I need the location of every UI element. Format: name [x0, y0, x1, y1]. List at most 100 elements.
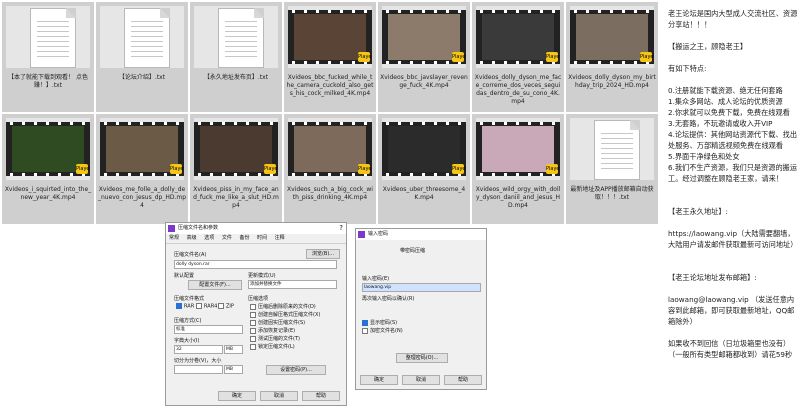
help-button[interactable]: 帮助 — [302, 391, 340, 401]
file-item[interactable]: 最新地址及APP播放邮箱自动获取！！！.txt — [566, 114, 658, 224]
option-sfx[interactable]: 创建自解压格式压缩文件(X) — [250, 311, 320, 318]
film-hole — [328, 10, 331, 13]
film-hole — [646, 10, 649, 13]
file-item[interactable]: Player Xvideos_bbc_fucked_while_the_camer… — [284, 2, 376, 112]
tab-general[interactable]: 常规 — [169, 235, 179, 241]
password-cancel-button[interactable]: 取消 — [402, 375, 440, 385]
browse-button[interactable]: 浏览(B)... — [306, 249, 340, 259]
format-rar[interactable]: RAR — [176, 303, 194, 310]
text-line — [131, 26, 163, 27]
dict-unit-select[interactable]: MB — [224, 345, 243, 354]
video-frame — [294, 126, 366, 172]
ok-button[interactable]: 确定 — [218, 391, 256, 401]
film-hole — [398, 10, 401, 13]
film-hole — [386, 173, 389, 176]
film-hole — [304, 10, 307, 13]
film-hole — [210, 173, 213, 176]
update-mode-select[interactable]: 添加并替换文件 — [248, 280, 337, 289]
split-input[interactable] — [174, 365, 223, 374]
film-hole — [574, 10, 577, 13]
file-item[interactable]: Player Xvideos_wild_orgy_with_dolly_dyson… — [472, 114, 564, 224]
text-file-icon — [6, 6, 90, 68]
file-item[interactable]: Player Xvideos_piss_in_my_face_and_fuck_m… — [190, 114, 282, 224]
film-hole — [46, 173, 49, 176]
option-delete[interactable]: 压缩后删除原来的文件(D) — [250, 303, 316, 310]
film-strip-icon: Player — [194, 122, 278, 176]
checkbox-icon — [250, 335, 256, 342]
file-name: Xvideos_i_squirted_into_the_new_year_4K.… — [4, 186, 92, 201]
text-line — [37, 36, 69, 37]
film-hole — [292, 173, 295, 176]
film-hole — [586, 61, 589, 64]
file-item[interactable]: 【永久地址发布页】.txt — [190, 2, 282, 112]
file-item[interactable]: Player Xvideos_uber_threesome_4K.mp4 — [378, 114, 470, 224]
encrypt-names-checkbox[interactable]: 加密文件名(N) — [362, 327, 403, 334]
film-hole — [410, 10, 413, 13]
tab-options[interactable]: 选项 — [204, 235, 214, 241]
page-fold — [630, 120, 640, 130]
document-icon — [30, 8, 76, 68]
text-line — [601, 163, 633, 164]
film-hole — [434, 122, 437, 125]
film-hole — [140, 173, 143, 176]
film-hole — [116, 122, 119, 125]
tab-time[interactable]: 时间 — [257, 235, 267, 241]
password-help-button[interactable]: 帮助 — [444, 375, 482, 385]
option-lock[interactable]: 锁定压缩文件(L) — [250, 343, 295, 350]
file-item[interactable]: 【本了就能下载到观看！ 点色赚！】.txt — [2, 2, 94, 112]
dict-select[interactable]: 32 — [174, 345, 223, 354]
text-line — [225, 36, 257, 37]
archive-name-input[interactable]: dolly dyson.rar — [174, 260, 337, 269]
format-zip[interactable]: ZIP — [218, 303, 234, 310]
film-hole — [434, 10, 437, 13]
password-input[interactable]: laowang.vip — [362, 283, 481, 292]
option-recovery[interactable]: 添加恢复记录(E) — [250, 327, 295, 334]
file-item[interactable]: Player Xvideos_bbc_javslayer_revenge_fuck… — [378, 2, 470, 112]
password-ok-button[interactable]: 确定 — [360, 375, 398, 385]
film-hole — [410, 122, 413, 125]
tab-comment[interactable]: 注释 — [275, 235, 285, 241]
tab-files[interactable]: 文件 — [222, 235, 232, 241]
player-badge-icon: Player — [452, 164, 466, 174]
config-button[interactable]: 配置文件(F)... — [188, 280, 242, 290]
format-zip-label: ZIP — [226, 303, 234, 310]
method-select[interactable]: 标准 — [174, 325, 243, 334]
file-item[interactable]: Player Xvideos_me_folle_a_dolly_de_nuevo_… — [96, 114, 188, 224]
video-thumbnail: Player — [382, 118, 466, 180]
film-hole — [292, 10, 295, 13]
video-thumbnail: Player — [100, 118, 184, 180]
password-dialog-title: 输入密码 — [368, 231, 389, 237]
video-thumbnail: Player — [6, 118, 90, 180]
text-line — [225, 21, 257, 22]
help-icon[interactable]: ? — [339, 223, 343, 234]
file-item[interactable]: 【论坛介绍】.txt — [96, 2, 188, 112]
film-hole — [22, 173, 25, 176]
option-solid[interactable]: 创建固实压缩文件(S) — [250, 319, 305, 326]
video-thumbnail: Player — [570, 6, 654, 68]
file-item[interactable]: Player Xvideos_i_squirted_into_the_new_ye… — [2, 114, 94, 224]
tab-advanced[interactable]: 高级 — [187, 235, 197, 241]
file-item[interactable]: Player Xvideos_dolly_dyson_my_birthday_tr… — [566, 2, 658, 112]
file-item[interactable]: Player Xvideos_dolly_dyson_me_face_correm… — [472, 2, 564, 112]
film-hole — [492, 122, 495, 125]
film-hole — [504, 10, 507, 13]
manage-passwords-button[interactable]: 整理密码(O)... — [396, 353, 448, 363]
text-line — [601, 138, 633, 139]
set-password-button[interactable]: 设置密码(P)... — [266, 365, 326, 375]
cancel-button[interactable]: 取消 — [260, 391, 298, 401]
file-item[interactable]: Player Xvideos_such_a_big_cock_with_piss_… — [284, 114, 376, 224]
text-line — [131, 51, 163, 52]
panel-line — [668, 327, 800, 338]
film-hole — [458, 122, 461, 125]
option-test[interactable]: 测试压缩的文件(T) — [250, 335, 300, 342]
player-badge-icon: Player — [358, 164, 372, 174]
text-line — [225, 26, 257, 27]
document-icon — [124, 8, 170, 68]
show-password-checkbox[interactable]: 显示密码(S) — [362, 319, 397, 326]
tab-backup[interactable]: 备份 — [239, 235, 249, 241]
video-frame — [200, 126, 272, 172]
password-dialog: 输入密码 带密码压缩 输入密码(E) laowang.vip 再次输入密码以确认… — [355, 228, 487, 390]
film-hole — [10, 173, 13, 176]
format-rar4[interactable]: RAR4 — [196, 303, 217, 310]
split-unit-select[interactable]: MB — [224, 365, 243, 374]
